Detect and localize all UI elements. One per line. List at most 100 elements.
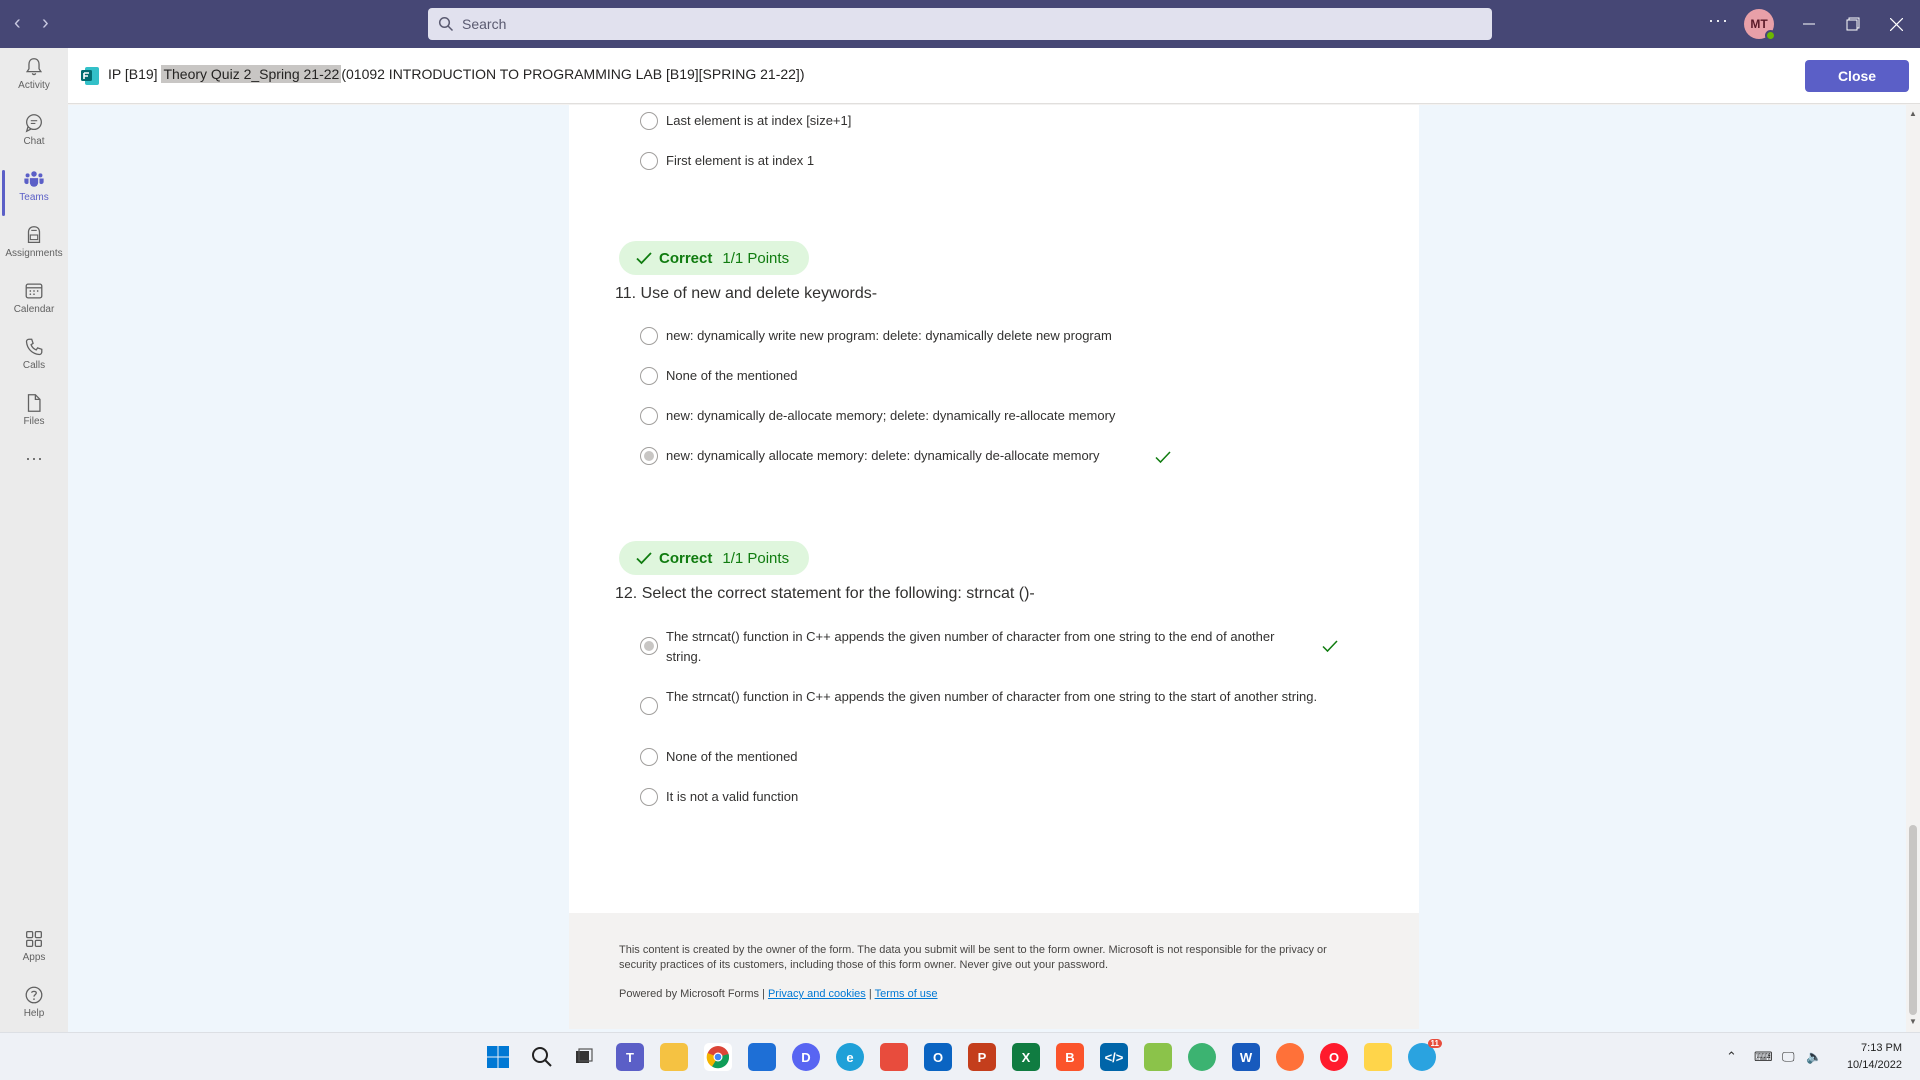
store-icon[interactable] [880, 1043, 908, 1071]
checkmark-icon [636, 252, 652, 265]
word-icon[interactable]: W [1232, 1043, 1260, 1071]
status-label: Correct [659, 549, 713, 567]
option-label: It is not a valid function [666, 789, 799, 804]
appbar-item-help[interactable]: Help [0, 984, 68, 1036]
photo-editor-icon[interactable] [1144, 1043, 1172, 1071]
form-card: Last element is at index [size+1] First … [569, 105, 1419, 913]
radio-button[interactable] [640, 327, 658, 345]
firefox-icon[interactable] [1276, 1043, 1304, 1071]
radio-button[interactable] [640, 407, 658, 425]
more-options-icon[interactable]: ··· [1708, 10, 1729, 31]
excel-icon[interactable]: X [1012, 1043, 1040, 1071]
appbar-label: Files [23, 416, 45, 427]
appbar-item-files[interactable]: Files [0, 392, 68, 444]
option-prev-2[interactable]: First element is at index 1 [640, 151, 814, 171]
radio-button[interactable] [640, 748, 658, 766]
system-clock[interactable]: 7:13 PM 10/14/2022 [1847, 1040, 1902, 1074]
restore-icon[interactable] [1841, 12, 1865, 36]
appbar-item-activity[interactable]: Activity [0, 56, 68, 108]
back-arrow-icon[interactable]: ‹ [14, 12, 21, 34]
disclaimer-text: This content is created by the owner of … [619, 944, 1327, 971]
chevron-up-icon[interactable]: ⌃ [1726, 1049, 1742, 1065]
close-button[interactable]: Close [1805, 60, 1909, 92]
title-bar: ‹ › Search ··· MT [0, 0, 1920, 48]
keyboard-icon[interactable]: ⌨ [1754, 1049, 1773, 1065]
radio-button[interactable] [640, 367, 658, 385]
option-q11-1[interactable]: new: dynamically write new program: dele… [640, 326, 1112, 346]
scroll-down-icon[interactable]: ▼ [1908, 1017, 1918, 1027]
file-icon [27, 394, 41, 412]
checkmark-icon [636, 552, 652, 565]
appbar-label: Assignments [5, 248, 63, 259]
network-icon[interactable]: 🖵 [1782, 1049, 1798, 1065]
windows-start-icon[interactable] [484, 1043, 512, 1071]
link-separator: | [868, 988, 872, 1000]
powered-by-line: Powered by Microsoft Forms | Privacy and… [619, 987, 1359, 1002]
teams-icon [24, 171, 44, 187]
appbar-item-chat[interactable]: Chat [0, 112, 68, 164]
appbar-item-apps[interactable]: Apps [0, 928, 68, 980]
appbar-item-calendar[interactable]: Calendar [0, 280, 68, 332]
bell-icon [25, 58, 43, 76]
radio-button[interactable] [640, 152, 658, 170]
outlook-icon[interactable]: O [924, 1043, 952, 1071]
chrome-icon[interactable] [704, 1043, 732, 1071]
radio-button[interactable] [640, 788, 658, 806]
teams-taskbar-icon[interactable]: T [616, 1043, 644, 1071]
telegram-icon[interactable]: 11 [1408, 1039, 1442, 1071]
appbar-label: Activity [18, 80, 50, 91]
option-label: The strncat() function in C++ appends th… [666, 689, 1318, 704]
windows-taskbar: T D e O P X B </> W O 11 ⌃ ⌨ 🖵 🔈 7:13 PM… [0, 1032, 1920, 1080]
option-q12-2[interactable]: The strncat() function in C++ appends th… [640, 687, 1340, 715]
option-prev-1[interactable]: Last element is at index [size+1] [640, 111, 851, 131]
openai-icon[interactable] [1188, 1043, 1216, 1071]
option-q12-1[interactable]: The strncat() function in C++ appends th… [640, 627, 1290, 667]
vscode-icon[interactable]: </> [1100, 1043, 1128, 1071]
option-q12-4[interactable]: It is not a valid function [640, 787, 798, 807]
appbar-item-assignments[interactable]: Assignments [0, 224, 68, 276]
option-label: new: dynamically write new program: dele… [666, 328, 1112, 343]
option-q11-3[interactable]: new: dynamically de-allocate memory; del… [640, 406, 1115, 426]
title-suffix: (01092 INTRODUCTION TO PROGRAMMING LAB [… [341, 66, 805, 82]
vertical-scrollbar[interactable]: ▲ ▼ [1906, 105, 1920, 1032]
radio-button-selected[interactable] [640, 637, 658, 655]
avatar[interactable]: MT [1744, 9, 1776, 41]
file-explorer-icon[interactable] [660, 1043, 688, 1071]
option-q11-2[interactable]: None of the mentioned [640, 366, 798, 386]
minimize-icon[interactable] [1797, 12, 1821, 36]
clock-date: 10/14/2022 [1846, 1059, 1902, 1071]
task-view-icon[interactable] [570, 1043, 598, 1071]
search-input[interactable]: Search [428, 8, 1492, 40]
option-label: new: dynamically allocate memory: delete… [666, 448, 1100, 463]
scroll-up-icon[interactable]: ▲ [1908, 109, 1918, 119]
option-q11-4[interactable]: new: dynamically allocate memory: delete… [640, 446, 1100, 466]
search-icon[interactable] [528, 1043, 556, 1071]
powerpoint-icon[interactable]: P [968, 1043, 996, 1071]
hexagon-app-icon[interactable] [1364, 1043, 1392, 1071]
opera-icon[interactable]: O [1320, 1043, 1348, 1071]
edge-icon[interactable]: e [836, 1043, 864, 1071]
privacy-link[interactable]: Privacy and cookies [768, 988, 866, 1000]
radio-button[interactable] [640, 112, 658, 130]
close-window-icon[interactable] [1884, 12, 1908, 36]
brave-icon[interactable]: B [1056, 1043, 1084, 1071]
appbar-item-teams[interactable]: Teams [0, 168, 68, 220]
forward-arrow-icon[interactable]: › [42, 12, 49, 34]
appbar-item-calls[interactable]: Calls [0, 336, 68, 388]
correct-checkmark-icon [1322, 640, 1338, 653]
clock-time: 7:13 PM [1861, 1042, 1902, 1054]
discord-icon[interactable]: D [792, 1043, 820, 1071]
radio-button[interactable] [640, 697, 658, 715]
phone-icon [25, 338, 43, 356]
option-label: First element is at index 1 [666, 153, 815, 168]
radio-button-selected[interactable] [640, 447, 658, 465]
status-label: Correct [659, 249, 713, 267]
presence-available-icon [1765, 30, 1776, 41]
option-q12-3[interactable]: None of the mentioned [640, 747, 798, 767]
notepad-icon[interactable] [748, 1043, 776, 1071]
avatar-initials: MT [1750, 17, 1768, 31]
more-apps-icon[interactable]: ··· [0, 448, 68, 478]
volume-icon[interactable]: 🔈 [1806, 1049, 1822, 1065]
scroll-thumb[interactable] [1909, 825, 1917, 1015]
terms-link[interactable]: Terms of use [875, 988, 938, 1000]
